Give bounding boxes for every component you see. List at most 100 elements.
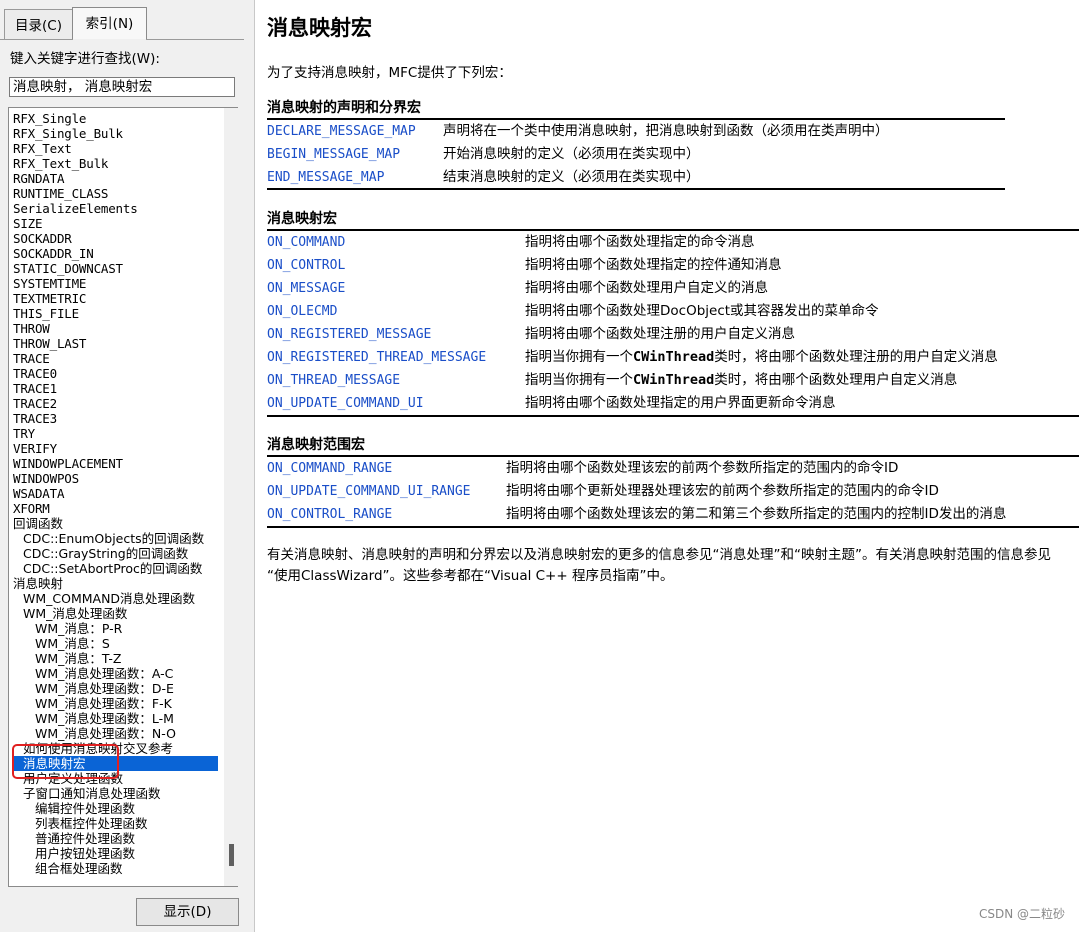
macro-link[interactable]: DECLARE_MESSAGE_MAP [267, 120, 416, 143]
page-title: 消息映射宏 [267, 16, 372, 40]
index-item[interactable]: WINDOWPLACEMENT [13, 456, 218, 471]
macro-description: 指明当你拥有一个CWinThread类时，将由哪个函数处理用户自定义消息 [525, 372, 958, 388]
index-item[interactable]: STATIC_DOWNCAST [13, 261, 218, 276]
index-item[interactable]: 编辑控件处理函数 [13, 801, 218, 816]
index-item[interactable]: 消息映射 [13, 576, 218, 591]
macro-link[interactable]: ON_COMMAND [267, 231, 345, 254]
index-item[interactable]: TRACE [13, 351, 218, 366]
index-item[interactable]: 子窗口通知消息处理函数 [13, 786, 218, 801]
index-item[interactable]: WM_消息处理函数 [13, 606, 218, 621]
macro-description: 指明将由哪个更新处理器处理该宏的前两个参数所指定的范围内的命令ID [506, 483, 939, 499]
index-item[interactable]: WINDOWPOS [13, 471, 218, 486]
index-item[interactable]: RGNDATA [13, 171, 218, 186]
class-name: CWinThread [633, 372, 715, 388]
index-item[interactable]: WM_消息：P-R [13, 621, 218, 636]
index-item[interactable]: RFX_Single_Bulk [13, 126, 218, 141]
index-item[interactable]: CDC::EnumObjects的回调函数 [13, 531, 218, 546]
display-button[interactable]: 显示(D) [136, 898, 239, 926]
macro-description: 指明将由哪个函数处理注册的用户自定义消息 [525, 326, 795, 342]
scroll-thumb[interactable] [229, 844, 234, 866]
macro-description: 指明将由哪个函数处理该宏的第二和第三个参数所指定的范围内的控制ID发出的消息 [506, 506, 1007, 522]
index-item[interactable]: 列表框控件处理函数 [13, 816, 218, 831]
macro-description: 声明将在一个类中使用消息映射，把消息映射到函数（必须用在类声明中） [443, 123, 889, 139]
footer-line: 有关消息映射、消息映射的声明和分界宏以及消息映射宏的更多的信息参见“消息处理”和… [267, 547, 1051, 563]
macro-link[interactable]: ON_THREAD_MESSAGE [267, 369, 400, 392]
index-scrollbar[interactable] [224, 108, 238, 886]
index-item[interactable]: WM_消息处理函数：F-K [13, 696, 218, 711]
index-item[interactable]: WM_消息处理函数：D-E [13, 681, 218, 696]
macro-link[interactable]: ON_REGISTERED_THREAD_MESSAGE [267, 346, 486, 369]
pane-splitter[interactable] [247, 0, 255, 932]
index-item[interactable]: THIS_FILE [13, 306, 218, 321]
index-item[interactable]: XFORM [13, 501, 218, 516]
index-item[interactable]: 回调函数 [13, 516, 218, 531]
red-highlight-annotation [12, 744, 119, 779]
macro-description: 指明将由哪个函数处理DocObject或其容器发出的菜单命令 [525, 303, 879, 319]
macro-description: 指明将由哪个函数处理该宏的前两个参数所指定的范围内的命令ID [506, 460, 899, 476]
section-heading-declaration: 消息映射的声明和分界宏 [267, 100, 421, 116]
index-item[interactable]: TRY [13, 426, 218, 441]
index-item[interactable]: TRACE2 [13, 396, 218, 411]
index-item[interactable]: 普通控件处理函数 [13, 831, 218, 846]
tab-index[interactable]: 索引(N) [72, 7, 147, 39]
index-item[interactable]: 用户按钮处理函数 [13, 846, 218, 861]
index-item[interactable]: CDC::GrayString的回调函数 [13, 546, 218, 561]
section-heading-message-map: 消息映射宏 [267, 211, 337, 227]
index-item[interactable]: TRACE0 [13, 366, 218, 381]
index-item[interactable]: SerializeElements [13, 201, 218, 216]
index-item[interactable]: TRACE3 [13, 411, 218, 426]
index-item[interactable]: THROW [13, 321, 218, 336]
index-item[interactable]: CDC::SetAbortProc的回调函数 [13, 561, 218, 576]
keyword-search-input[interactable]: 消息映射， 消息映射宏 [9, 77, 235, 97]
index-item[interactable]: SOCKADDR_IN [13, 246, 218, 261]
index-item[interactable]: 组合框处理函数 [13, 861, 218, 876]
footer-paragraph: 有关消息映射、消息映射的声明和分界宏以及消息映射宏的更多的信息参见“消息处理”和… [267, 545, 1079, 587]
macro-link[interactable]: ON_CONTROL [267, 254, 345, 277]
index-item[interactable]: VERIFY [13, 441, 218, 456]
index-item[interactable]: RFX_Text [13, 141, 218, 156]
index-item[interactable]: SIZE [13, 216, 218, 231]
index-item[interactable]: RFX_Single [13, 111, 218, 126]
macro-description: 指明将由哪个函数处理用户自定义的消息 [525, 280, 768, 296]
macro-link[interactable]: ON_CONTROL_RANGE [267, 503, 392, 526]
index-item[interactable]: TEXTMETRIC [13, 291, 218, 306]
help-index-pane: 目录(C) 索引(N) 键入关键字进行查找(W): 消息映射， 消息映射宏 RF… [0, 0, 247, 932]
footer-line: “使用ClassWizard”。这些参考都在“Visual C++ 程序员指南”… [267, 568, 674, 584]
tab-contents[interactable]: 目录(C) [4, 9, 73, 40]
index-item[interactable]: WM_COMMAND消息处理函数 [13, 591, 218, 606]
search-label: 键入关键字进行查找(W): [10, 51, 160, 67]
macro-link[interactable]: END_MESSAGE_MAP [267, 166, 384, 189]
macro-link[interactable]: ON_REGISTERED_MESSAGE [267, 323, 431, 346]
class-name: CWinThread [633, 349, 715, 365]
intro-text: 为了支持消息映射，MFC提供了下列宏： [267, 65, 512, 81]
macro-link[interactable]: ON_OLECMD [267, 300, 337, 323]
macro-link[interactable]: ON_MESSAGE [267, 277, 345, 300]
macro-description: 指明将由哪个函数处理指定的用户界面更新命令消息 [525, 395, 836, 411]
section-rule [267, 188, 1005, 190]
macro-link[interactable]: ON_COMMAND_RANGE [267, 457, 392, 480]
macro-description: 结束消息映射的定义（必须用在类实现中） [443, 169, 700, 185]
index-item[interactable]: SYSTEMTIME [13, 276, 218, 291]
section-heading-range: 消息映射范围宏 [267, 437, 365, 453]
macro-description: 指明将由哪个函数处理指定的命令消息 [525, 234, 755, 250]
macro-link[interactable]: BEGIN_MESSAGE_MAP [267, 143, 400, 166]
macro-description: 指明当你拥有一个CWinThread类时，将由哪个函数处理注册的用户自定义消息 [525, 349, 998, 365]
index-item[interactable]: WM_消息处理函数：L-M [13, 711, 218, 726]
index-item[interactable]: RFX_Text_Bulk [13, 156, 218, 171]
index-item[interactable]: WM_消息：S [13, 636, 218, 651]
section-rule [267, 526, 1079, 528]
index-item[interactable]: SOCKADDR [13, 231, 218, 246]
index-item[interactable]: THROW_LAST [13, 336, 218, 351]
index-item[interactable]: WM_消息：T-Z [13, 651, 218, 666]
index-item[interactable]: TRACE1 [13, 381, 218, 396]
watermark: CSDN @二粒砂 [978, 907, 1065, 921]
index-item[interactable]: WSADATA [13, 486, 218, 501]
index-item[interactable]: WM_消息处理函数：A-C [13, 666, 218, 681]
index-item[interactable]: RUNTIME_CLASS [13, 186, 218, 201]
macro-link[interactable]: ON_UPDATE_COMMAND_UI_RANGE [267, 480, 471, 503]
macro-link[interactable]: ON_UPDATE_COMMAND_UI [267, 392, 424, 415]
macro-description: 开始消息映射的定义（必须用在类实现中） [443, 146, 700, 162]
index-item[interactable]: WM_消息处理函数：N-O [13, 726, 218, 741]
macro-description: 指明将由哪个函数处理指定的控件通知消息 [525, 257, 782, 273]
help-content-pane: 消息映射宏 为了支持消息映射，MFC提供了下列宏： 消息映射的声明和分界宏 DE… [255, 0, 1079, 932]
